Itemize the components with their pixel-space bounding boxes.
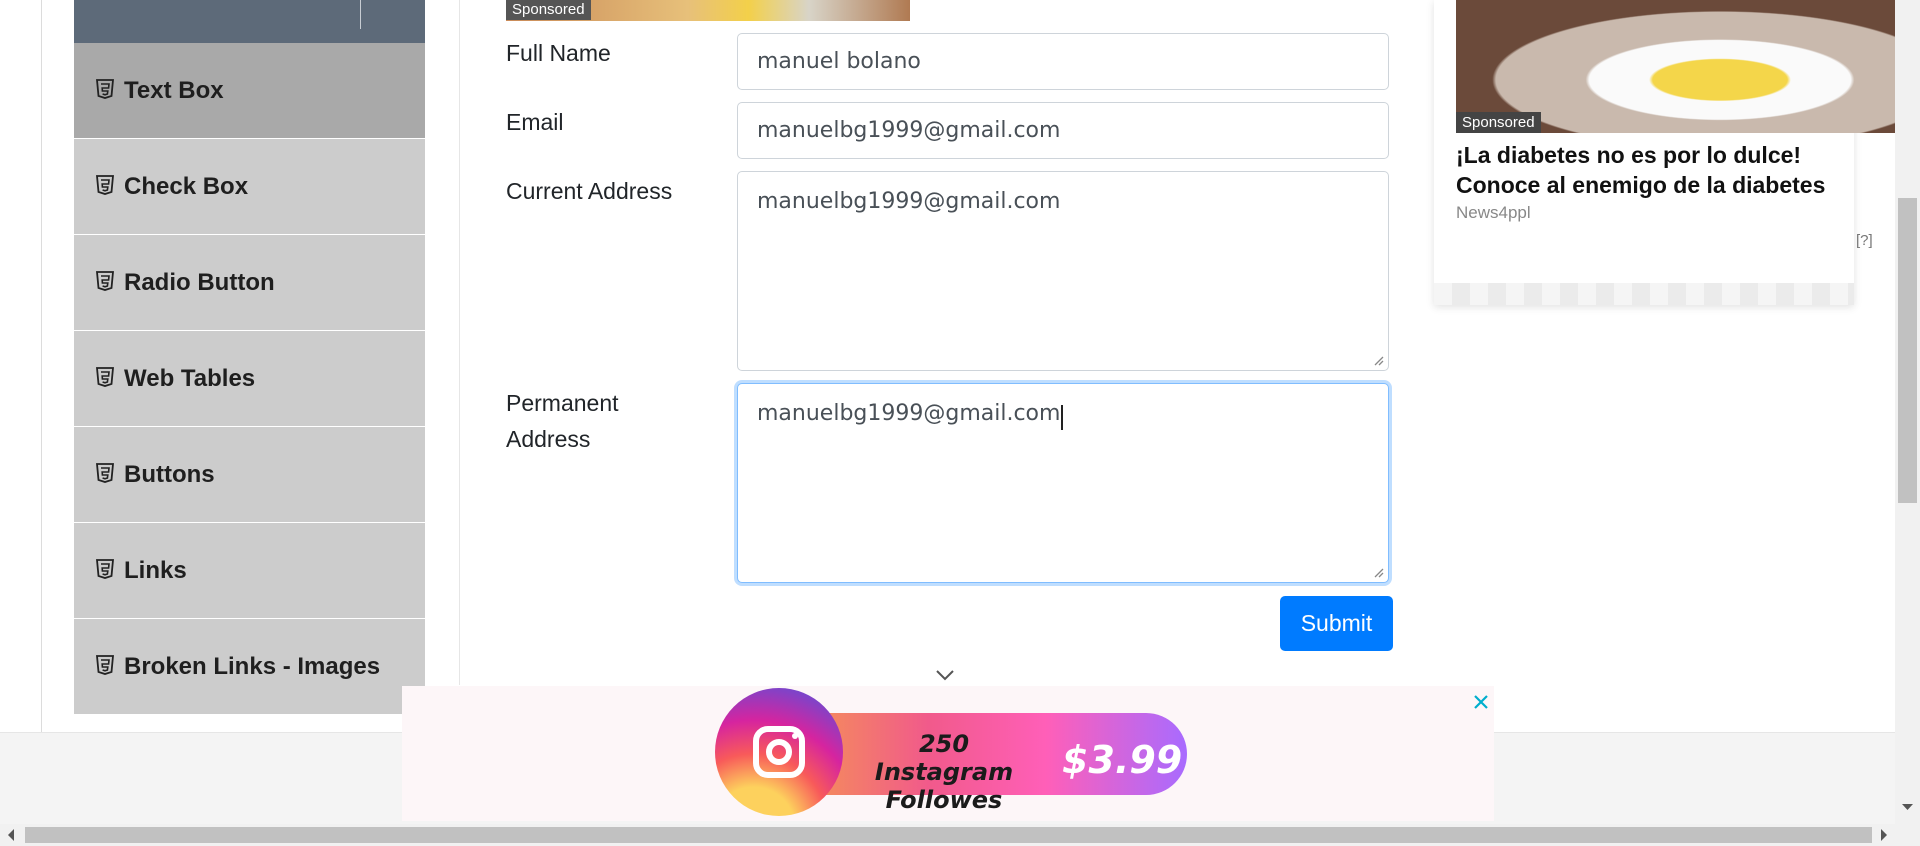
html5-icon: [96, 78, 114, 99]
banner-offer-line2: Followes: [885, 786, 1003, 814]
ad-sponsored-label: Sponsored: [1456, 112, 1541, 133]
permanent-address-textarea[interactable]: manuelbg1999@gmail.com: [737, 383, 1389, 583]
text-caret: [1061, 405, 1064, 430]
ad-source: News4ppl: [1456, 203, 1531, 222]
sidebar-item-web-tables[interactable]: Web Tables: [74, 331, 425, 427]
permanent-address-value: manuelbg1999@gmail.com: [757, 401, 1061, 426]
ad-info-link[interactable]: [?]: [1856, 232, 1873, 249]
scroll-left-arrow-icon[interactable]: [6, 828, 16, 842]
full-name-value: manuel bolano: [757, 49, 921, 74]
sidebar-divider: [459, 0, 460, 685]
chevron-down-icon[interactable]: [934, 664, 956, 686]
email-label: Email: [506, 109, 564, 135]
sidebar-item-label: Text Box: [124, 76, 224, 104]
ad-headline-line2: Conoce al enemigo de la diabetes: [1456, 172, 1826, 198]
bottom-banner-ad[interactable]: 250 Instagram Followes $3.99: [402, 686, 1494, 821]
right-ad[interactable]: Sponsored ¡La diabetes no es por lo dulc…: [1434, 0, 1896, 305]
html5-icon: [96, 270, 114, 291]
sidebar-item-broken-links-images[interactable]: Broken Links - Images: [74, 619, 425, 715]
scroll-right-arrow-icon[interactable]: [1879, 828, 1889, 842]
sidebar-item-text-box[interactable]: Text Box: [74, 43, 425, 139]
email-input[interactable]: manuelbg1999@gmail.com: [737, 102, 1389, 159]
full-name-label: Full Name: [506, 40, 611, 66]
html5-icon: [96, 558, 114, 579]
sidebar-item-label: Broken Links - Images: [124, 652, 381, 680]
vertical-scroll-thumb[interactable]: [1898, 198, 1917, 503]
sidebar-item-label: Links: [124, 556, 187, 584]
sidebar-item-radio-button[interactable]: Radio Button: [74, 235, 425, 331]
sidebar-item-label: Web Tables: [124, 364, 256, 392]
sidebar-item-label: Buttons: [124, 460, 215, 488]
sidebar-item-check-box[interactable]: Check Box: [74, 139, 425, 235]
ad-footer-strip: [1434, 283, 1854, 305]
sidebar-item-links[interactable]: Links: [74, 523, 425, 619]
resize-handle-icon[interactable]: [1372, 354, 1384, 366]
permanent-address-label-line2: Address: [506, 426, 591, 452]
html5-icon: [96, 462, 114, 483]
current-address-textarea[interactable]: manuelbg1999@gmail.com: [737, 171, 1389, 371]
html5-icon: [96, 174, 114, 195]
current-address-value: manuelbg1999@gmail.com: [757, 189, 1061, 214]
camera-dot: [792, 733, 798, 739]
permanent-address-label: Permanent Address: [506, 385, 619, 457]
banner-offer-text: 250 Instagram Followes: [854, 730, 1034, 814]
sponsored-label: Sponsored: [506, 0, 591, 20]
permanent-address-label-line1: Permanent: [506, 390, 619, 416]
sidebar-item-label: Radio Button: [124, 268, 275, 296]
group-header-divider: [360, 0, 361, 29]
submit-button[interactable]: Submit: [1280, 596, 1393, 651]
horizontal-scrollbar[interactable]: [0, 824, 1920, 846]
resize-handle-icon[interactable]: [1372, 566, 1384, 578]
current-address-label: Current Address: [506, 178, 673, 204]
ad-headline[interactable]: ¡La diabetes no es por lo dulce! Conoce …: [1456, 140, 1866, 200]
ad-headline-line1: ¡La diabetes no es por lo dulce!: [1456, 142, 1802, 168]
html5-icon: [96, 654, 114, 675]
scroll-down-arrow-icon[interactable]: [1901, 802, 1914, 812]
html5-icon: [96, 366, 114, 387]
sidebar-group-header[interactable]: [74, 0, 425, 43]
banner-price: $3.99: [1062, 738, 1183, 782]
vertical-scrollbar[interactable]: [1895, 0, 1920, 824]
camera-lens: [766, 739, 792, 765]
banner-offer-line1: 250 Instagram: [874, 730, 1014, 786]
sidebar-item-label: Check Box: [124, 172, 249, 200]
close-icon[interactable]: [1468, 689, 1494, 715]
sidebar-menu: Text Box Check Box Radio Button Web Tables B…: [74, 43, 425, 715]
horizontal-scroll-thumb[interactable]: [25, 827, 1872, 843]
sidebar: Text Box Check Box Radio Button Web Tables B…: [74, 0, 425, 732]
page-border: [41, 0, 42, 732]
sidebar-item-buttons[interactable]: Buttons: [74, 427, 425, 523]
full-name-input[interactable]: manuel bolano: [737, 33, 1389, 90]
email-value: manuelbg1999@gmail.com: [757, 118, 1061, 143]
